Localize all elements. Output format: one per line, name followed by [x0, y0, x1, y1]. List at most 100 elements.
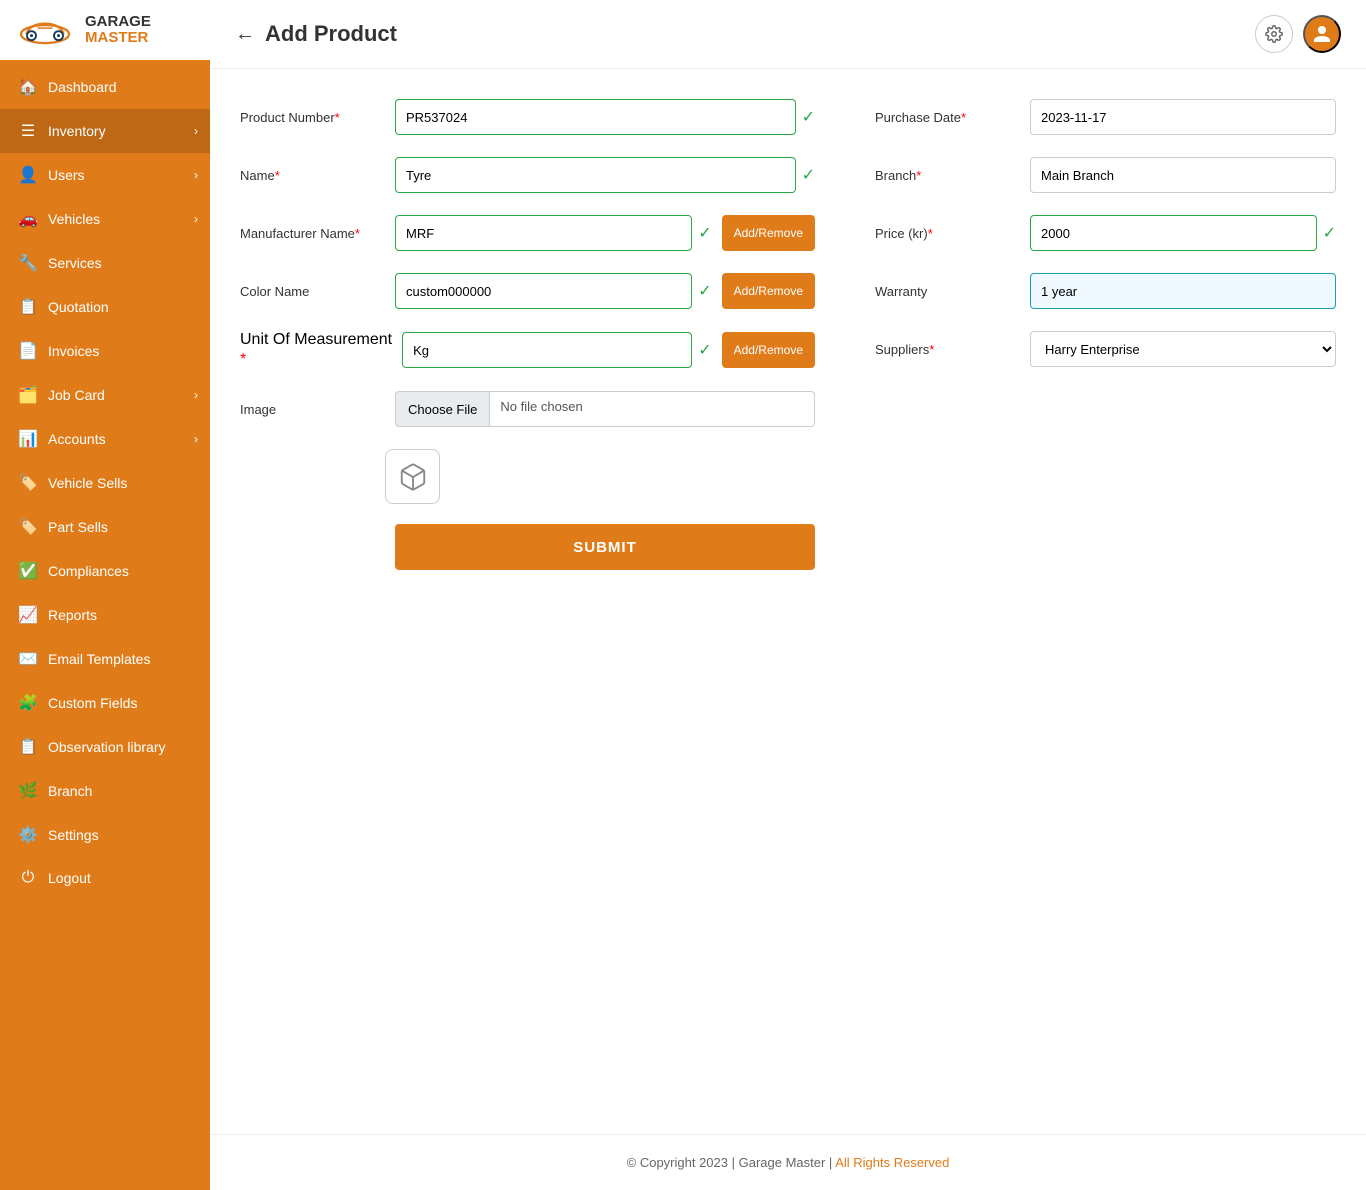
sidebar: GARAGE MASTER 🏠 Dashboard ☰ Inventory › … — [0, 0, 210, 1190]
unit-add-remove-button[interactable]: Add/Remove — [722, 332, 815, 368]
choose-file-button[interactable]: Choose File — [395, 391, 489, 427]
unit-input-group: ✓ — [402, 332, 712, 368]
invoices-icon: 📄 — [18, 341, 38, 361]
sidebar-item-vehicles[interactable]: 🚗 Vehicles › — [0, 197, 210, 241]
sidebar-label-email-templates: Email Templates — [48, 651, 150, 667]
footer-rights: All Rights Reserved — [835, 1155, 949, 1170]
sidebar-label-dashboard: Dashboard — [48, 79, 117, 95]
sidebar-item-reports[interactable]: 📈 Reports — [0, 593, 210, 637]
sidebar-item-part-sells[interactable]: 🏷️ Part Sells — [0, 505, 210, 549]
color-add-remove-button[interactable]: Add/Remove — [722, 273, 815, 309]
unit-of-measurement-row: Unit Of Measurement * ✓ Add/Remove — [240, 331, 815, 369]
price-input[interactable] — [1030, 215, 1317, 251]
vehicle-sells-icon: 🏷️ — [18, 473, 38, 493]
form-grid: Product Number* ✓ Name* ✓ — [240, 99, 1336, 570]
sidebar-item-custom-fields[interactable]: 🧩 Custom Fields — [0, 681, 210, 725]
color-input-group: ✓ — [395, 273, 712, 309]
submit-button[interactable]: SUBMIT — [395, 524, 815, 570]
accounts-icon: 📊 — [18, 429, 38, 449]
branch-row: Branch* — [875, 157, 1336, 193]
sidebar-item-invoices[interactable]: 📄 Invoices — [0, 329, 210, 373]
warranty-input[interactable] — [1030, 273, 1336, 309]
manufacturer-check-icon: ✓ — [698, 223, 711, 243]
manufacturer-input-group: ✓ — [395, 215, 712, 251]
product-number-input[interactable] — [395, 99, 796, 135]
sidebar-label-custom-fields: Custom Fields — [48, 695, 137, 711]
back-button[interactable]: ← — [235, 23, 255, 46]
purchase-date-input[interactable] — [1030, 99, 1336, 135]
sidebar-item-logout[interactable]: ⏻ Logout — [0, 857, 210, 899]
manufacturer-name-input[interactable] — [395, 215, 692, 251]
suppliers-select[interactable]: Harry Enterprise — [1030, 331, 1336, 367]
sidebar-label-inventory: Inventory — [48, 123, 106, 139]
sidebar-item-email-templates[interactable]: ✉️ Email Templates — [0, 637, 210, 681]
sidebar-item-dashboard[interactable]: 🏠 Dashboard — [0, 65, 210, 109]
sidebar-item-compliances[interactable]: ✅ Compliances — [0, 549, 210, 593]
sidebar-item-inventory[interactable]: ☰ Inventory › — [0, 109, 210, 153]
header-left: ← Add Product — [235, 21, 397, 47]
sidebar-item-observation-library[interactable]: 📋 Observation library — [0, 725, 210, 769]
file-name-display: No file chosen — [489, 391, 815, 427]
logo: GARAGE MASTER — [0, 0, 210, 60]
file-input-group: Choose File No file chosen — [395, 391, 815, 427]
color-name-row: Color Name ✓ Add/Remove — [240, 273, 815, 309]
unit-label-text: Unit Of Measurement — [240, 331, 392, 349]
email-icon: ✉️ — [18, 649, 38, 669]
warranty-row: Warranty — [875, 273, 1336, 309]
suppliers-label: Suppliers* — [875, 342, 1020, 357]
branch-input[interactable] — [1030, 157, 1336, 193]
sidebar-label-part-sells: Part Sells — [48, 519, 108, 535]
color-name-input[interactable] — [395, 273, 692, 309]
unit-of-measurement-input[interactable] — [402, 332, 692, 368]
image-label: Image — [240, 402, 385, 417]
price-input-group: ✓ — [1030, 215, 1336, 251]
product-number-check-icon: ✓ — [802, 107, 815, 127]
suppliers-row: Suppliers* Harry Enterprise — [875, 331, 1336, 367]
branch-icon: 🌿 — [18, 781, 38, 801]
sidebar-label-observation-library: Observation library — [48, 739, 166, 755]
form-right-column: Purchase Date* Branch* Price (kr)* — [875, 99, 1336, 570]
name-label: Name* — [240, 168, 385, 183]
unit-check-icon: ✓ — [698, 340, 711, 360]
price-row: Price (kr)* ✓ — [875, 215, 1336, 251]
user-avatar-button[interactable] — [1303, 15, 1341, 53]
jobcard-icon: 🗂️ — [18, 385, 38, 405]
inventory-icon: ☰ — [18, 121, 38, 141]
chevron-icon: › — [194, 212, 198, 226]
manufacturer-name-label: Manufacturer Name* — [240, 226, 385, 241]
purchase-date-label: Purchase Date* — [875, 110, 1020, 125]
settings-icon: ⚙️ — [18, 825, 38, 845]
manufacturer-name-row: Manufacturer Name* ✓ Add/Remove — [240, 215, 815, 251]
header-right — [1255, 15, 1341, 53]
sidebar-item-accounts[interactable]: 📊 Accounts › — [0, 417, 210, 461]
sidebar-item-vehicle-sells[interactable]: 🏷️ Vehicle Sells — [0, 461, 210, 505]
price-check-icon: ✓ — [1323, 223, 1336, 243]
sidebar-label-invoices: Invoices — [48, 343, 99, 359]
gear-settings-button[interactable] — [1255, 15, 1293, 53]
image-row: Image Choose File No file chosen — [240, 391, 815, 427]
compliances-icon: ✅ — [18, 561, 38, 581]
sidebar-label-logout: Logout — [48, 870, 91, 886]
name-input[interactable] — [395, 157, 796, 193]
chevron-icon: › — [194, 388, 198, 402]
branch-label: Branch* — [875, 168, 1020, 183]
chevron-icon: › — [194, 124, 198, 138]
product-image-placeholder[interactable] — [385, 449, 440, 504]
sidebar-item-quotation[interactable]: 📋 Quotation — [0, 285, 210, 329]
custom-fields-icon: 🧩 — [18, 693, 38, 713]
main-content: ← Add Product — [210, 0, 1366, 1190]
sidebar-label-quotation: Quotation — [48, 299, 109, 315]
name-check-icon: ✓ — [802, 165, 815, 185]
sidebar-item-services[interactable]: 🔧 Services — [0, 241, 210, 285]
sidebar-label-services: Services — [48, 255, 102, 271]
home-icon: 🏠 — [18, 77, 38, 97]
sidebar-label-vehicles: Vehicles — [48, 211, 100, 227]
sidebar-item-users[interactable]: 👤 Users › — [0, 153, 210, 197]
sidebar-label-accounts: Accounts — [48, 431, 106, 447]
sidebar-item-job-card[interactable]: 🗂️ Job Card › — [0, 373, 210, 417]
sidebar-item-settings[interactable]: ⚙️ Settings — [0, 813, 210, 857]
manufacturer-add-remove-button[interactable]: Add/Remove — [722, 215, 815, 251]
sidebar-item-branch[interactable]: 🌿 Branch — [0, 769, 210, 813]
footer-text: © Copyright 2023 | Garage Master | All R… — [627, 1155, 950, 1170]
vehicles-icon: 🚗 — [18, 209, 38, 229]
